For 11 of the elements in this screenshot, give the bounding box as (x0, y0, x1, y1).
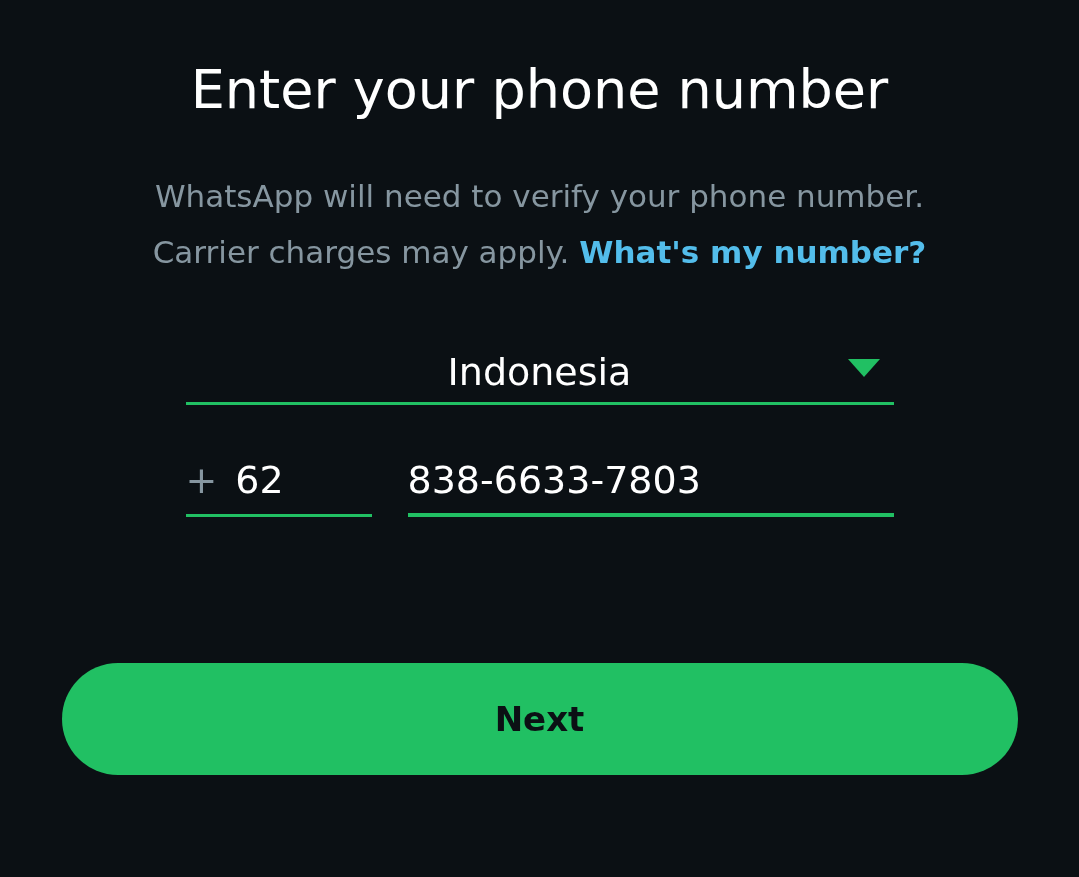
phone-number-field[interactable]: 838-6633-7803 (407, 446, 894, 517)
description-text: WhatsApp will need to verify your phone number. (154, 176, 925, 216)
page-title: Enter your phone number (190, 58, 889, 123)
next-button[interactable]: Next (61, 662, 1018, 775)
plus-sign: + (185, 458, 218, 503)
country-dropdown[interactable]: Indonesia (185, 342, 894, 405)
country-code-text: 62 (235, 458, 284, 503)
description-text: Carrier charges may apply. (152, 232, 570, 272)
dropdown-caret-icon (847, 358, 880, 377)
country-code-field[interactable]: + 62 (185, 446, 372, 517)
whats-my-number-link[interactable]: What's my number? (579, 230, 927, 273)
